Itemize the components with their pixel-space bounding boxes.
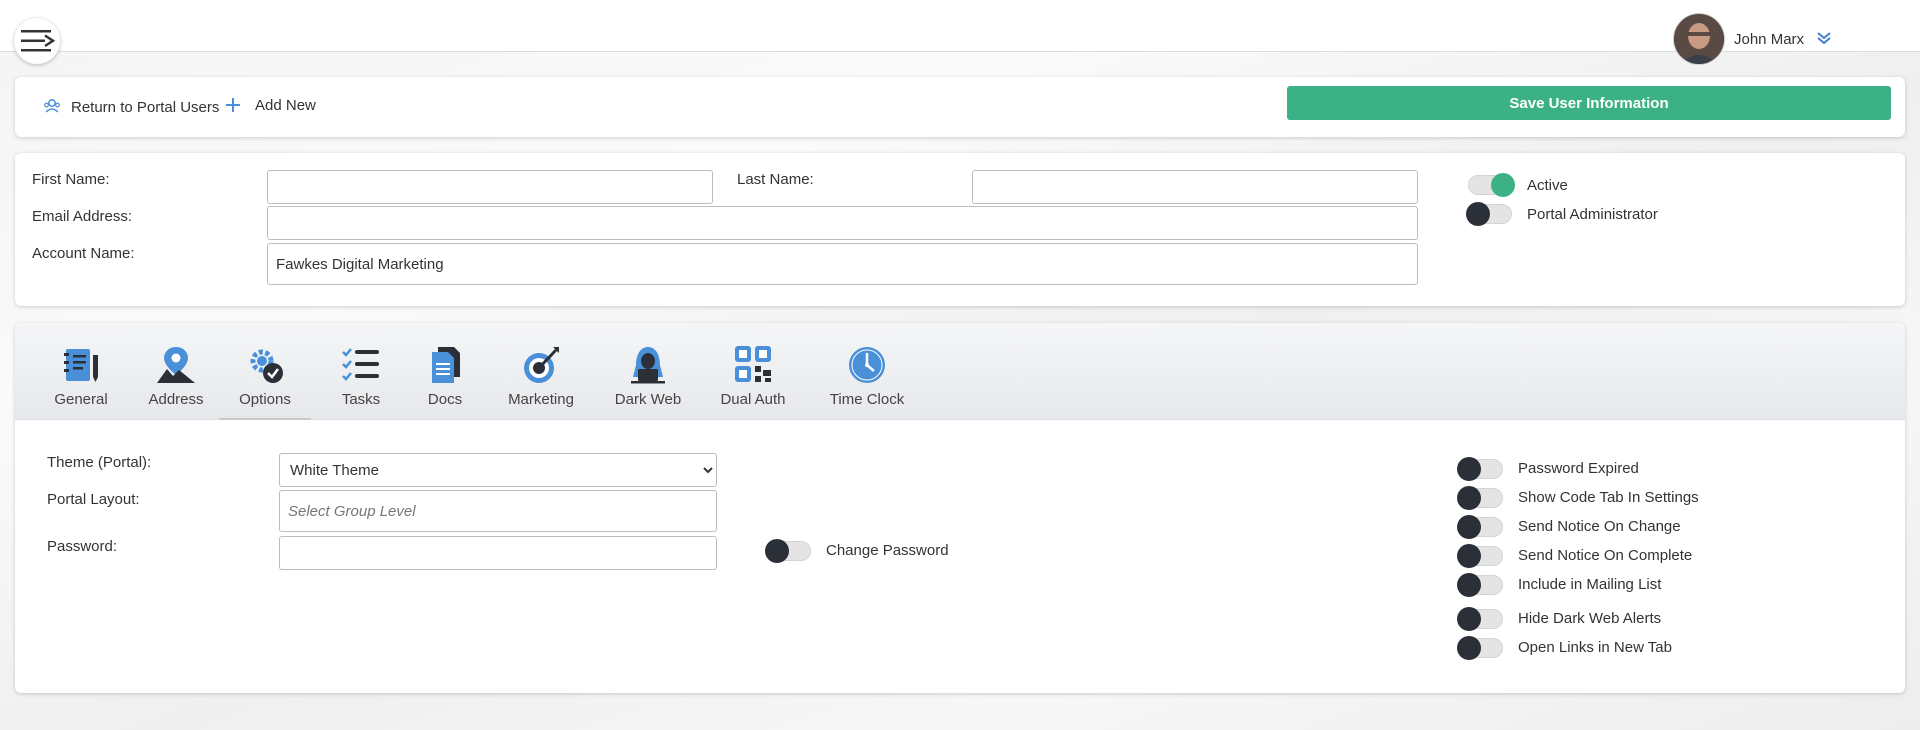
tab-bar: General Address Options Tasks Docs Marke…	[15, 323, 1905, 420]
toggle-knob	[1457, 573, 1481, 597]
active-label: Active	[1527, 177, 1568, 194]
show-code-tab-label: Show Code Tab In Settings	[1518, 489, 1699, 506]
toggle-knob	[1466, 202, 1490, 226]
hide-dark-web-alerts-toggle[interactable]	[1457, 607, 1503, 631]
send-notice-on-complete-label: Send Notice On Complete	[1518, 547, 1693, 564]
open-links-in-new-tab-label: Open Links in New Tab	[1518, 639, 1672, 656]
tab-label: Dual Auth	[720, 391, 786, 408]
first-name-input[interactable]	[267, 170, 713, 204]
tab-label: Options	[239, 391, 291, 408]
user-name[interactable]: John Marx	[1734, 31, 1804, 48]
last-name-label: Last Name:	[737, 171, 814, 188]
password-expired-label: Password Expired	[1518, 460, 1639, 477]
tab-general[interactable]: General	[35, 343, 127, 420]
tab-marketing[interactable]: Marketing	[491, 343, 591, 420]
active-toggle[interactable]	[1468, 173, 1515, 197]
toggle-knob	[1491, 173, 1515, 197]
account-name-label: Account Name:	[32, 245, 135, 262]
chevron-down-icon[interactable]	[1816, 31, 1832, 48]
tab-tasks[interactable]: Tasks	[315, 343, 407, 420]
toolbar-card: Return to Portal Users Add New Save User…	[15, 77, 1905, 137]
documents-icon	[432, 347, 460, 383]
tab-address[interactable]: Address	[130, 343, 222, 420]
toggle-knob	[1457, 544, 1481, 568]
toggle-knob	[1457, 607, 1481, 631]
include-in-mailing-list-label: Include in Mailing List	[1518, 576, 1662, 593]
tab-label: General	[54, 391, 108, 408]
add-new-link[interactable]: Add New	[225, 97, 316, 114]
send-notice-on-complete-toggle[interactable]	[1457, 544, 1503, 568]
tab-label: Address	[148, 391, 204, 408]
password-label: Password:	[47, 538, 118, 555]
menu-toggle-button[interactable]	[14, 18, 60, 64]
tab-dual-auth[interactable]: Dual Auth	[703, 343, 803, 420]
portal-layout-input[interactable]	[279, 490, 717, 532]
avatar[interactable]	[1674, 14, 1724, 64]
email-label: Email Address:	[32, 208, 133, 225]
add-new-label: Add New	[255, 97, 316, 114]
user-menu[interactable]: John Marx	[1674, 14, 1832, 64]
theme-select[interactable]: White Theme	[279, 453, 717, 487]
show-code-tab-toggle[interactable]	[1457, 486, 1503, 510]
clock-icon	[849, 347, 885, 383]
checklist-icon	[342, 348, 379, 381]
plus-icon	[226, 98, 240, 112]
notebook-icon	[64, 349, 98, 382]
toggle-knob	[1457, 486, 1481, 510]
avatar-photo	[1674, 14, 1724, 64]
users-icon	[44, 99, 60, 113]
last-name-input[interactable]	[972, 170, 1418, 204]
return-label: Return to Portal Users	[71, 99, 220, 116]
email-input[interactable]	[267, 206, 1418, 240]
toggle-knob	[1457, 457, 1481, 481]
send-notice-on-change-label: Send Notice On Change	[1518, 518, 1681, 535]
target-icon	[524, 347, 559, 383]
save-user-information-button[interactable]: Save User Information	[1287, 86, 1891, 120]
portal-administrator-label: Portal Administrator	[1527, 206, 1658, 223]
change-password-toggle[interactable]	[765, 539, 811, 563]
tab-label: Time Clock	[829, 391, 905, 408]
tab-label: Docs	[427, 391, 463, 408]
user-details-card: First Name: Last Name: Email Address: Ac…	[15, 153, 1905, 306]
portal-layout-label: Portal Layout:	[47, 491, 140, 508]
map-pin-icon	[157, 347, 195, 383]
tab-options[interactable]: Options	[219, 343, 311, 420]
qr-code-icon	[735, 346, 771, 382]
tab-dark-web[interactable]: Dark Web	[598, 343, 698, 420]
toggle-knob	[1457, 636, 1481, 660]
first-name-label: First Name:	[32, 171, 110, 188]
tab-time-clock[interactable]: Time Clock	[812, 343, 922, 420]
top-bar	[0, 0, 1920, 52]
change-password-label: Change Password	[826, 542, 949, 559]
password-input[interactable]	[279, 536, 717, 570]
theme-label: Theme (Portal):	[47, 454, 152, 471]
account-name-input[interactable]	[267, 243, 1418, 285]
portal-administrator-toggle[interactable]	[1466, 202, 1512, 226]
hamburger-icon	[21, 30, 56, 52]
settings-card: General Address Options Tasks Docs Marke…	[15, 323, 1905, 693]
tab-label: Dark Web	[614, 391, 682, 408]
password-expired-toggle[interactable]	[1457, 457, 1503, 481]
hacker-icon	[631, 347, 665, 384]
send-notice-on-change-toggle[interactable]	[1457, 515, 1503, 539]
open-links-in-new-tab-toggle[interactable]	[1457, 636, 1503, 660]
toggle-knob	[1457, 515, 1481, 539]
gear-check-icon	[250, 349, 283, 383]
tab-label: Marketing	[508, 391, 574, 408]
toggle-knob	[765, 539, 789, 563]
tab-label: Tasks	[341, 391, 381, 408]
include-in-mailing-list-toggle[interactable]	[1457, 573, 1503, 597]
return-to-portal-users-link[interactable]: Return to Portal Users	[43, 97, 219, 116]
tab-docs[interactable]: Docs	[399, 343, 491, 420]
hide-dark-web-alerts-label: Hide Dark Web Alerts	[1518, 610, 1662, 627]
